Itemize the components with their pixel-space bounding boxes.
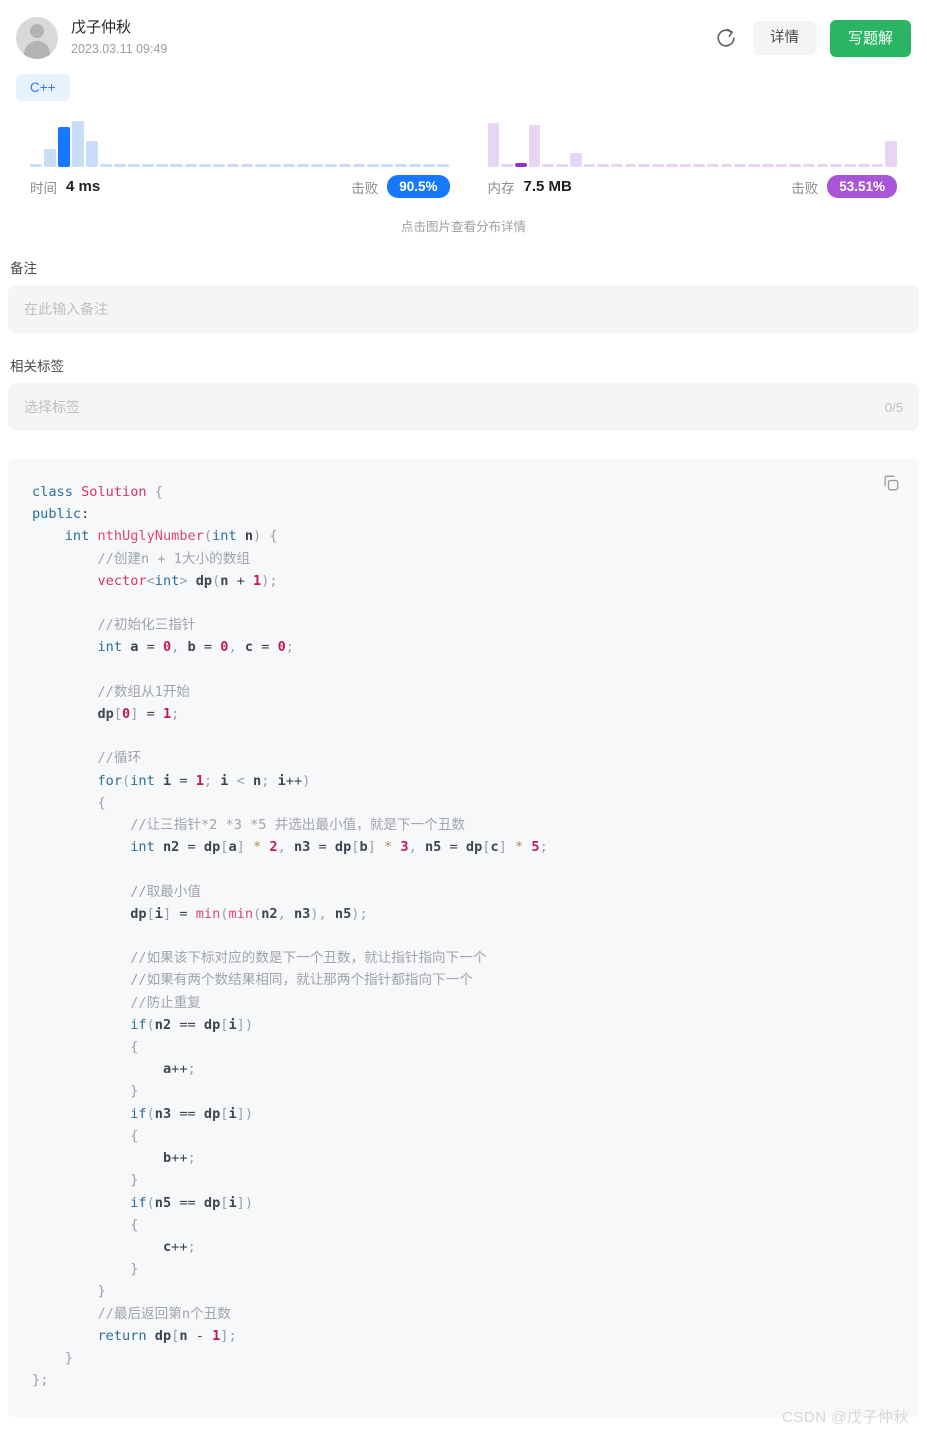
runtime-label: 时间 [30,180,57,196]
histogram-bar [367,164,380,167]
histogram-bar [871,164,884,167]
histogram-bar [44,149,57,167]
runtime-stat-card[interactable]: 时间 4 ms 击败 90.5% [16,119,464,198]
histogram-bar [638,164,651,167]
runtime-value: 4 ms [66,178,101,195]
histogram-bar [198,164,211,167]
histogram-bar [339,164,352,167]
histogram-bar [665,164,678,167]
histogram-bar [885,141,898,167]
histogram-bar [240,164,253,167]
histogram-bar [542,164,555,167]
histogram-bar [142,164,155,167]
histogram-bar [789,164,802,167]
histogram-bar [226,164,239,167]
histogram-bar [693,164,705,167]
histogram-bar [816,164,829,167]
histogram-bar [381,164,394,167]
histogram-bar [844,164,856,167]
histogram-bar [170,164,183,167]
histogram-bar [761,164,774,167]
submission-timestamp: 2023.03.11 09:49 [71,42,168,56]
memory-histogram[interactable] [474,119,912,167]
histogram-bar [423,164,436,167]
histogram-bar [857,164,870,167]
histogram-bar [775,164,788,167]
runtime-beat-label: 击败 [351,180,379,196]
histogram-bar [803,164,815,167]
histogram-bar [282,164,295,167]
histogram-bar [514,163,527,167]
memory-labels: 内存 7.5 MB 击败 53.51% [474,167,912,198]
memory-label: 内存 [487,180,515,196]
code-block: class Solution { public: int nthUglyNumb… [8,459,919,1418]
histogram-bar [296,164,309,167]
histogram-bar [487,123,500,167]
histogram-bar [528,125,541,167]
user-meta: 戊子仲秋 2023.03.11 09:49 [71,18,167,58]
notes-input[interactable]: 在此输入备注 [8,285,919,333]
histogram-bar [30,164,43,167]
source-code: class Solution { public: int nthUglyNumb… [32,484,548,1389]
histogram-bar [720,164,733,167]
runtime-beat-badge: 90.5% [387,175,450,198]
histogram-bar [501,164,513,167]
histogram-bar [707,164,719,167]
histogram-bar [583,164,596,167]
tags-counter: 0/5 [884,399,903,415]
notes-placeholder: 在此输入备注 [24,301,108,317]
user-name: 戊子仲秋 [71,19,132,36]
histogram-bar [86,141,99,167]
histogram-bar [128,164,141,167]
runtime-histogram[interactable] [16,119,464,167]
histogram-bar [569,153,582,167]
histogram-bar [395,164,408,167]
histogram-bar [597,164,609,167]
histogram-bar [679,164,692,167]
runtime-labels: 时间 4 ms 击败 90.5% [16,167,464,198]
histogram-bar [734,164,747,167]
language-tag-row: C++ [0,62,927,101]
distribution-hint: 点击图片查看分布详情 [400,220,526,234]
histogram-bar [58,127,71,167]
histogram-bar [409,164,422,167]
histogram-bar [156,164,169,167]
notes-label: 备注 [10,261,37,276]
histogram-bar [268,164,281,167]
submission-header: 戊子仲秋 2023.03.11 09:49 详情 写题解 [0,0,927,62]
histogram-bar [184,164,197,167]
histogram-bar [254,164,267,167]
detail-button[interactable]: 详情 [752,20,816,56]
histogram-bar [437,164,450,167]
histogram-bar [353,164,366,167]
memory-stat-card[interactable]: 内存 7.5 MB 击败 53.51% [464,119,912,198]
header-actions: 详情 写题解 [713,19,911,57]
memory-beat-badge: 53.51% [827,175,897,198]
histogram-bar [556,164,568,167]
histogram-bar [610,164,623,167]
histogram-bar [212,164,225,167]
stats-panel: 时间 4 ms 击败 90.5% 内存 7.5 MB 击败 53.51% [0,101,927,198]
histogram-bar [652,164,664,167]
form-section: 备注 在此输入备注 相关标签 选择标签 0/5 [0,257,927,431]
histogram-bar [830,164,843,167]
memory-value: 7.5 MB [523,178,572,195]
histogram-bar [310,164,323,167]
tags-placeholder: 选择标签 [24,399,80,415]
watermark: CSDN @戊子仲秋 [782,1409,909,1426]
histogram-bar [72,121,85,167]
copy-icon[interactable] [881,473,903,495]
histogram-bar [624,164,637,167]
histogram-bar [114,164,127,167]
memory-beat-label: 击败 [791,180,819,196]
refresh-icon[interactable] [713,25,739,51]
histogram-bar [100,164,113,167]
write-solution-button[interactable]: 写题解 [829,19,911,57]
tags-input[interactable]: 选择标签 0/5 [8,383,919,431]
language-tag: C++ [16,74,70,101]
histogram-bar [748,164,760,167]
tags-label: 相关标签 [10,359,64,374]
avatar[interactable] [16,17,58,59]
histogram-bar [324,164,338,167]
